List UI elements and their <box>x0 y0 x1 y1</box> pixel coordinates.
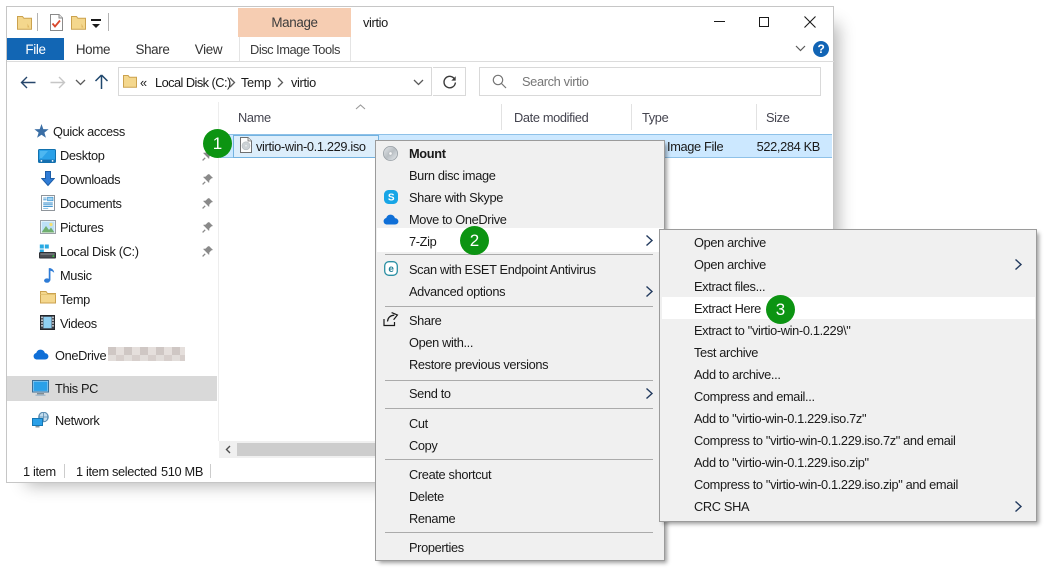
svg-text:S: S <box>388 193 395 204</box>
svg-text:e: e <box>388 264 394 275</box>
